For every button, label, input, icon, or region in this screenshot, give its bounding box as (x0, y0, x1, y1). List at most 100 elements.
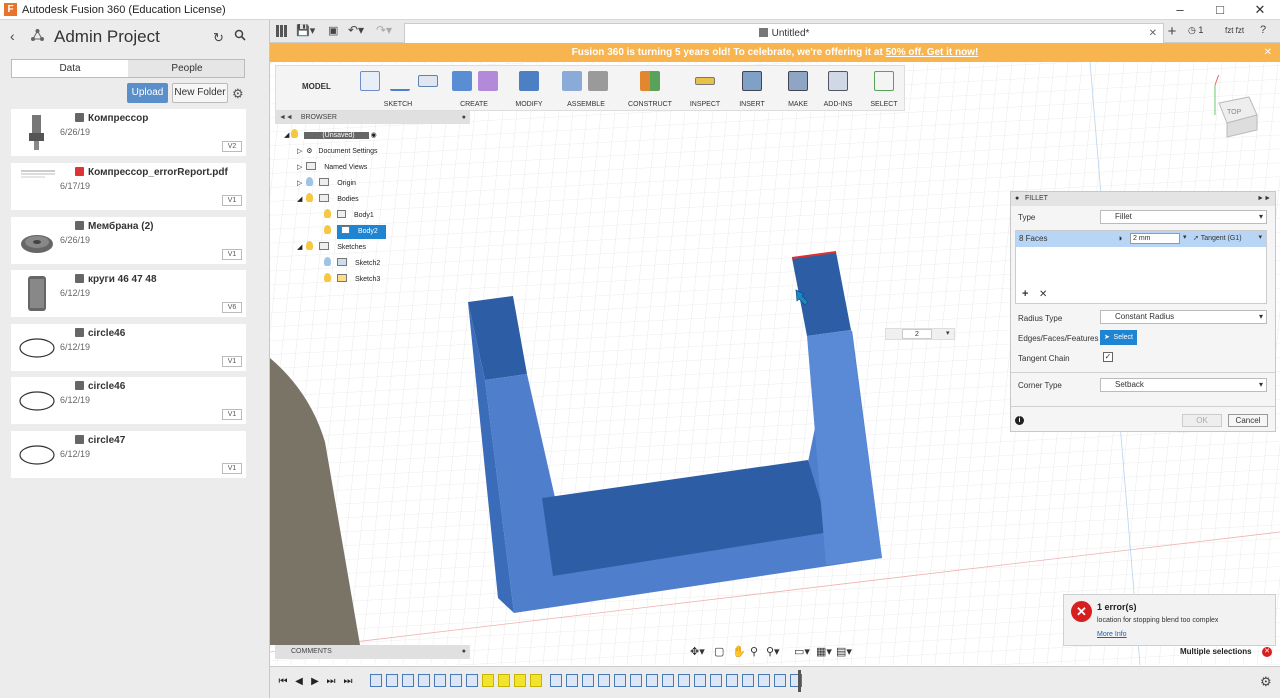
tree-item-document-settings[interactable]: ▷ ⚙ Document Settings (297, 145, 378, 159)
close-icon[interactable]: ✕ (1240, 0, 1280, 20)
make-group[interactable]: MAKE (776, 66, 820, 112)
sketch-menu[interactable]: SKETCH (354, 101, 442, 108)
tab-data[interactable]: Data (12, 60, 128, 77)
banner-link[interactable]: 50% off. Get it now! (886, 47, 979, 58)
orbit-icon[interactable]: ✥▾ (690, 645, 705, 658)
look-at-icon[interactable]: ▢ (714, 645, 724, 658)
tangent-chain-checkbox[interactable]: ✓ (1103, 352, 1113, 362)
file-card[interactable]: circle47 6/12/19 V1 (11, 431, 246, 478)
timeline-feature[interactable] (646, 674, 658, 687)
scripts-icon[interactable] (828, 71, 848, 91)
chevron-down-icon[interactable]: ▾ (1183, 233, 1187, 241)
user-name[interactable]: fzt fzt (1225, 26, 1244, 35)
render-icon[interactable] (788, 71, 808, 91)
visibility-bulb-icon[interactable] (324, 257, 331, 266)
ok-button[interactable]: OK (1182, 414, 1222, 427)
remove-icon[interactable]: ✕ (1039, 289, 1047, 300)
timeline-feature[interactable] (774, 674, 786, 687)
selection-row[interactable]: 8 Faces ◑ 2 mm ▾ ➚ Tangent (G1) ▾ (1016, 231, 1266, 247)
redo-icon[interactable]: ↷▾ (376, 23, 392, 37)
chevron-down-icon[interactable]: ▾ (946, 329, 950, 337)
save-icon[interactable]: ▣ (328, 24, 338, 37)
select-button[interactable]: ➤ Select (1100, 330, 1137, 345)
visibility-bulb-icon[interactable] (291, 129, 299, 138)
create-sketch-icon[interactable] (360, 71, 380, 91)
tree-root[interactable]: ◢ (Unsaved) ◉ (284, 129, 377, 143)
timeline-feature[interactable] (434, 674, 446, 687)
version-badge[interactable]: V6 (222, 302, 242, 313)
comments-pin-icon[interactable]: ● (462, 645, 466, 659)
joint-icon[interactable] (588, 71, 608, 91)
add-icon[interactable]: + (1022, 288, 1028, 300)
version-badge[interactable]: V1 (222, 463, 242, 474)
tab-people[interactable]: People (129, 60, 245, 77)
search-icon[interactable] (234, 29, 246, 41)
modify-menu[interactable]: MODIFY (506, 101, 552, 108)
cancel-button[interactable]: Cancel (1228, 414, 1268, 427)
new-component-icon[interactable] (562, 71, 582, 91)
job-status[interactable]: ◷ 1 (1188, 25, 1203, 36)
tree-item-body1[interactable]: Body1 (324, 209, 374, 223)
select-menu[interactable]: SELECT (862, 101, 906, 108)
viewcube[interactable]: TOP (1205, 56, 1265, 145)
viewports-icon[interactable]: ▤▾ (836, 645, 852, 658)
visibility-bulb-icon[interactable] (306, 241, 314, 250)
timeline-feature[interactable] (630, 674, 642, 687)
version-badge[interactable]: V1 (222, 356, 242, 367)
timeline-feature[interactable] (662, 674, 674, 687)
visibility-bulb-icon[interactable] (324, 273, 331, 282)
form-icon[interactable] (478, 71, 498, 91)
step-back-icon[interactable]: ◀ (294, 676, 304, 688)
file-card[interactable]: circle46 6/12/19 V1 (11, 324, 246, 371)
browser-header[interactable]: ◄◄ BROWSER ● (275, 111, 470, 124)
version-badge[interactable]: V2 (222, 141, 242, 152)
close-tab-icon[interactable]: ✕ (1149, 24, 1157, 43)
tab-untitled[interactable]: Untitled* ✕ (404, 23, 1164, 43)
timeline-feature[interactable] (402, 674, 414, 687)
collapse-icon[interactable]: ◄◄ (279, 114, 293, 121)
fit-icon[interactable]: ⚲▾ (766, 645, 780, 658)
tree-item-sketch2[interactable]: Sketch2 (324, 257, 380, 271)
visibility-bulb-icon[interactable] (324, 225, 331, 234)
step-forward-icon[interactable]: ⏭ (326, 676, 336, 688)
inspect-group[interactable]: INSPECT (682, 66, 728, 112)
play-icon[interactable]: ▶ (310, 676, 320, 688)
minimize-icon[interactable]: – (1160, 0, 1200, 20)
data-panel-toggle-icon[interactable] (276, 25, 288, 37)
timeline-feature[interactable] (614, 674, 626, 687)
selection-list[interactable]: 8 Faces ◑ 2 mm ▾ ➚ Tangent (G1) ▾ + ✕ (1015, 230, 1267, 304)
visibility-bulb-icon[interactable] (306, 177, 314, 186)
insert-image-icon[interactable] (742, 71, 762, 91)
tree-item-bodies[interactable]: ◢ Bodies (297, 193, 359, 207)
create-menu[interactable]: CREATE (446, 101, 502, 108)
refresh-icon[interactable]: ↻ (213, 30, 224, 46)
go-to-start-icon[interactable]: ⏮ (278, 676, 288, 688)
assemble-menu[interactable]: ASSEMBLE (556, 101, 616, 108)
file-card[interactable]: Компрессор_errorReport.pdf 6/17/19 V1 (11, 163, 246, 210)
corner-type-select[interactable]: Setback ▾ (1100, 378, 1267, 392)
type-select[interactable]: Fillet ▾ (1100, 210, 1267, 224)
timeline-feature[interactable] (514, 674, 526, 687)
offset-plane-icon[interactable] (640, 71, 660, 91)
undo-icon[interactable]: ↶▾ (348, 23, 364, 37)
chevron-down-icon[interactable]: ▾ (1258, 233, 1262, 241)
file-card[interactable]: Мембрана (2) 6/26/19 V1 (11, 217, 246, 264)
maximize-icon[interactable]: □ (1200, 0, 1240, 20)
timeline-feature[interactable] (550, 674, 562, 687)
clear-selection-icon[interactable]: ✕ (1262, 647, 1272, 657)
select-icon[interactable] (874, 71, 894, 91)
create-group[interactable]: CREATE (446, 66, 502, 112)
tree-item-sketch3[interactable]: Sketch3 (324, 273, 380, 287)
spline-icon[interactable] (390, 71, 410, 91)
timeline-feature[interactable] (742, 674, 754, 687)
info-icon[interactable]: i (1015, 416, 1024, 425)
comments-panel[interactable]: COMMENTS ● (275, 645, 470, 659)
version-badge[interactable]: V1 (222, 409, 242, 420)
timeline-feature[interactable] (530, 674, 542, 687)
zoom-icon[interactable]: ⚲ (750, 645, 758, 658)
continuity-select[interactable]: ➚ Tangent (G1) (1193, 234, 1242, 242)
sketch-group[interactable]: SKETCH (354, 66, 442, 112)
more-info-link[interactable]: More Info (1097, 631, 1127, 638)
new-folder-button[interactable]: New Folder (172, 83, 228, 103)
go-to-end-icon[interactable]: ⏭ (343, 676, 353, 688)
